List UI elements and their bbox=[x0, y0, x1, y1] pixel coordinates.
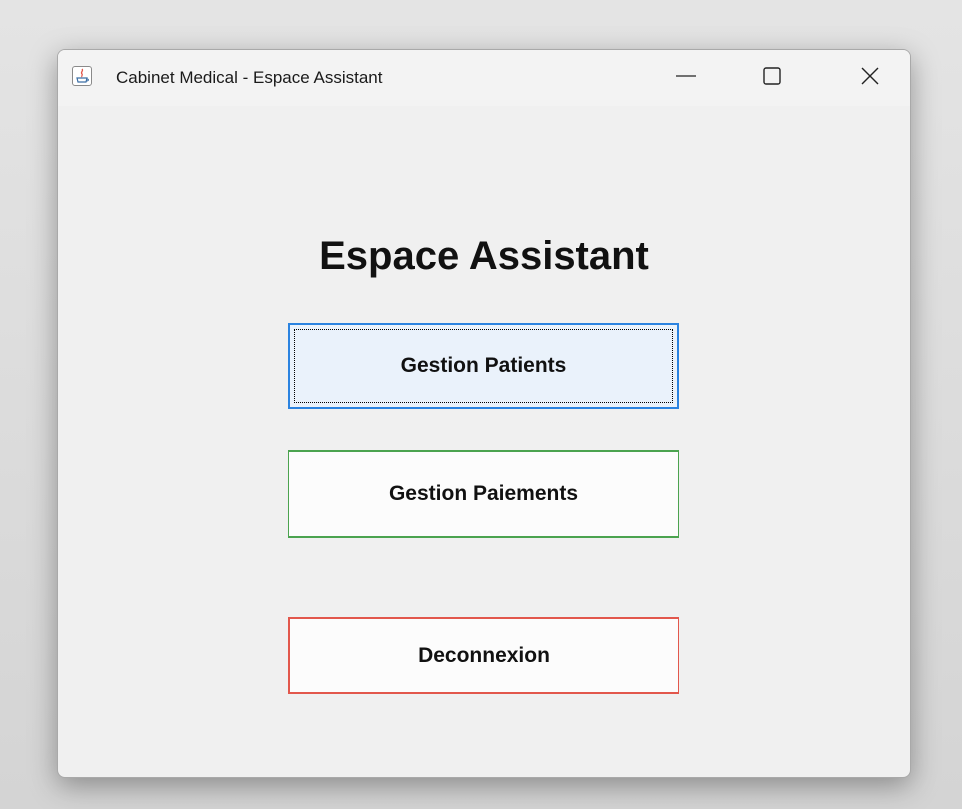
app-window: Cabinet Medical - Espace Assistant Espac… bbox=[57, 49, 911, 778]
page-title: Espace Assistant bbox=[319, 234, 649, 278]
deconnexion-label: Deconnexion bbox=[418, 643, 550, 667]
minimize-icon bbox=[675, 65, 697, 91]
close-icon bbox=[860, 66, 880, 90]
window-content: Espace Assistant Gestion Patients Gestio… bbox=[58, 106, 910, 777]
gestion-patients-label: Gestion Patients bbox=[400, 354, 567, 377]
maximize-icon bbox=[762, 66, 782, 90]
window-title: Cabinet Medical - Espace Assistant bbox=[116, 68, 383, 87]
title-bar[interactable]: Cabinet Medical - Espace Assistant bbox=[58, 50, 910, 106]
maximize-button[interactable] bbox=[742, 50, 802, 106]
minimize-button[interactable] bbox=[656, 50, 716, 106]
gestion-paiements-label: Gestion Paiements bbox=[388, 482, 579, 505]
java-app-icon bbox=[72, 66, 92, 86]
close-button[interactable] bbox=[840, 50, 900, 106]
gestion-paiements-button[interactable]: Gestion Paiements bbox=[288, 450, 679, 538]
gestion-patients-button[interactable]: Gestion Patients bbox=[288, 323, 679, 409]
deconnexion-button[interactable]: Deconnexion bbox=[288, 617, 679, 694]
